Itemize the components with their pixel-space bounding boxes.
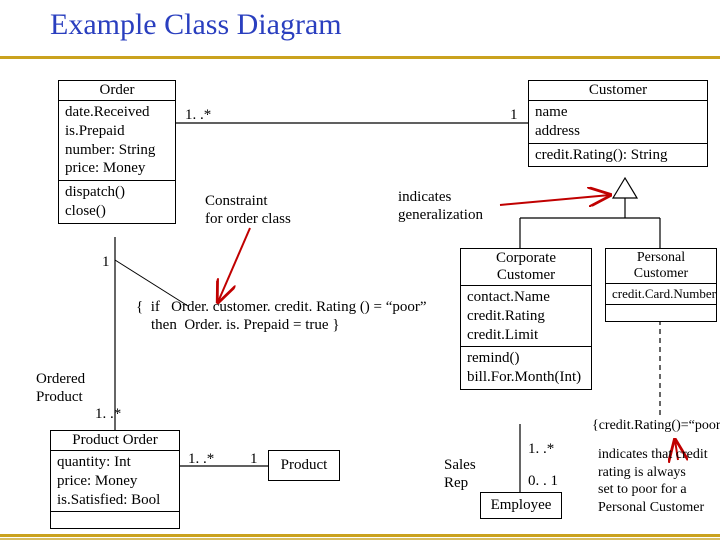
txt: indicates bbox=[398, 189, 451, 205]
attr: credit.Rating bbox=[467, 307, 585, 326]
constraint-order-prepaid: { if Order. customer. credit. Rating () … bbox=[136, 298, 427, 334]
txt: Product bbox=[36, 389, 83, 405]
attr: credit.Card.Number bbox=[612, 286, 710, 302]
op: remind() bbox=[467, 349, 585, 368]
txt: Personal Customer bbox=[598, 500, 704, 515]
class-product-order-name: Product Order bbox=[51, 431, 179, 451]
class-customer-name: Customer bbox=[529, 81, 707, 101]
label-indicates-generalization: indicates generalization bbox=[398, 188, 483, 224]
attr: credit.Limit bbox=[467, 326, 585, 345]
op: dispatch() bbox=[65, 183, 169, 202]
class-employee-name: Employee bbox=[481, 493, 561, 518]
attr: price: Money bbox=[57, 472, 173, 491]
class-order-name: Order bbox=[59, 81, 175, 101]
class-customer: Customer name address credit.Rating(): S… bbox=[528, 80, 708, 167]
mult-order-prodorder-top: 1 bbox=[102, 253, 110, 271]
page-title: Example Class Diagram bbox=[50, 8, 342, 42]
divider-bottom bbox=[0, 534, 720, 537]
role-sales-rep: Sales Rep bbox=[444, 456, 476, 492]
mult-prodorder-product-left: 1. .* bbox=[188, 450, 214, 468]
txt: Sales bbox=[444, 457, 476, 473]
attr: name bbox=[535, 103, 701, 122]
txt: for order class bbox=[205, 211, 291, 227]
class-order: Order date.Received is.Prepaid number: S… bbox=[58, 80, 176, 224]
note-credit-rating-poor: indicates that credit rating is always s… bbox=[598, 446, 708, 516]
op: close() bbox=[65, 202, 169, 221]
txt: Corporate bbox=[496, 250, 556, 266]
mult-corp-emp-bot: 0. . 1 bbox=[528, 472, 558, 490]
class-product-order: Product Order quantity: Int price: Money… bbox=[50, 430, 180, 529]
class-personal-name: Personal Customer bbox=[606, 249, 716, 284]
class-personal-ops bbox=[606, 305, 716, 321]
txt: Constraint bbox=[205, 193, 268, 209]
constraint-credit-rating-poor: {credit.Rating()=“poor”} bbox=[592, 418, 720, 435]
txt: Rep bbox=[444, 475, 468, 491]
mult-order-customer-left: 1. .* bbox=[185, 106, 211, 124]
class-product-name: Product bbox=[269, 451, 339, 480]
txt: Personal bbox=[637, 250, 685, 265]
class-corporate-attrs: contact.Name credit.Rating credit.Limit bbox=[461, 286, 591, 347]
role-ordered-product: Ordered Product bbox=[36, 370, 85, 406]
attr: is.Prepaid bbox=[65, 122, 169, 141]
divider-top bbox=[0, 56, 720, 59]
label-constraint: Constraint for order class bbox=[205, 192, 291, 228]
class-order-attrs: date.Received is.Prepaid number: String … bbox=[59, 101, 175, 181]
attr: is.Satisfied: Bool bbox=[57, 491, 173, 510]
mult-corp-emp-top: 1. .* bbox=[528, 440, 554, 458]
class-customer-ops: credit.Rating(): String bbox=[529, 144, 707, 167]
txt: Customer bbox=[634, 266, 688, 281]
class-product: Product bbox=[268, 450, 340, 481]
attr: date.Received bbox=[65, 103, 169, 122]
attr: number: String bbox=[65, 141, 169, 160]
mult-prodorder-product-right: 1 bbox=[250, 450, 258, 468]
class-corporate-customer: Corporate Customer contact.Name credit.R… bbox=[460, 248, 592, 390]
class-personal-attrs: credit.Card.Number bbox=[606, 284, 716, 305]
op: bill.For.Month(Int) bbox=[467, 368, 585, 387]
class-order-ops: dispatch() close() bbox=[59, 181, 175, 223]
mult-order-prodorder-bot: 1. .* bbox=[95, 405, 121, 423]
class-personal-customer: Personal Customer credit.Card.Number bbox=[605, 248, 717, 322]
attr: address bbox=[535, 122, 701, 141]
txt: indicates that credit bbox=[598, 447, 708, 462]
txt: rating is always bbox=[598, 465, 686, 480]
attr: quantity: Int bbox=[57, 453, 173, 472]
mult-order-customer-right: 1 bbox=[510, 106, 518, 124]
class-product-order-ops bbox=[51, 512, 179, 528]
attr: contact.Name bbox=[467, 288, 585, 307]
class-corporate-name: Corporate Customer bbox=[461, 249, 591, 286]
txt: set to poor for a bbox=[598, 482, 687, 497]
txt: generalization bbox=[398, 207, 483, 223]
txt: Ordered bbox=[36, 371, 85, 387]
txt: Customer bbox=[497, 267, 555, 283]
attr: price: Money bbox=[65, 159, 169, 178]
class-product-order-attrs: quantity: Int price: Money is.Satisfied:… bbox=[51, 451, 179, 512]
class-employee: Employee bbox=[480, 492, 562, 519]
op: credit.Rating(): String bbox=[535, 146, 701, 165]
class-customer-attrs: name address bbox=[529, 101, 707, 144]
class-corporate-ops: remind() bill.For.Month(Int) bbox=[461, 347, 591, 389]
